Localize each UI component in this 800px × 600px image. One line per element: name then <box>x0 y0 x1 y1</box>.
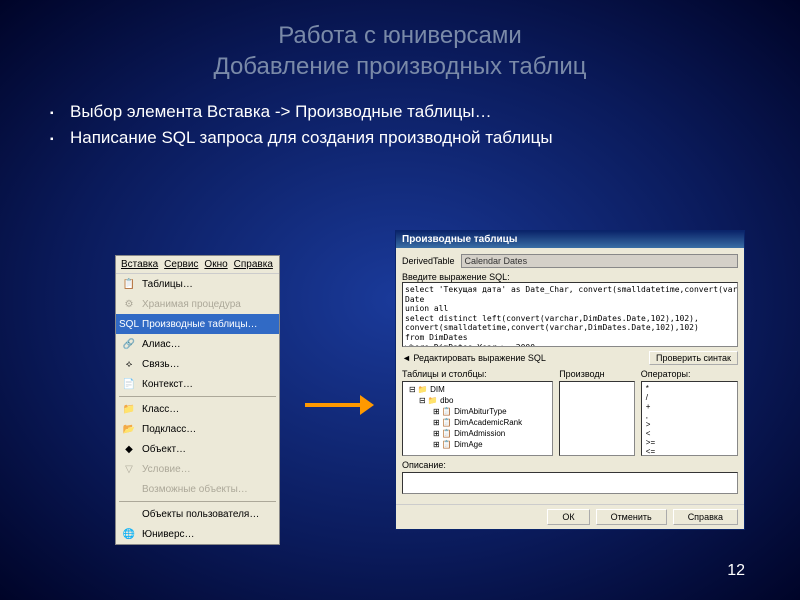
derived-tables-dialog: Производные таблицы DerivedTable Calenda… <box>395 230 745 530</box>
menu-label: Подкласс… <box>142 424 196 435</box>
help-button[interactable]: Справка <box>673 509 738 525</box>
cancel-button[interactable]: Отменить <box>596 509 667 525</box>
menu-bar[interactable]: ВставкаСервисОкноСправка <box>116 256 279 274</box>
menu-label: Возможные объекты… <box>142 484 248 495</box>
menu-label: Объект… <box>142 444 186 455</box>
menu-item[interactable]: 📂 Подкласс… <box>116 419 279 439</box>
menu-item[interactable]: ⟡ Связь… <box>116 354 279 374</box>
menu-item[interactable]: Объекты пользователя… <box>116 504 279 524</box>
check-syntax-button[interactable]: Проверить синтак <box>649 351 738 365</box>
bullet-item: Написание SQL запроса для создания произ… <box>50 128 750 148</box>
menu-icon: 📂 <box>121 422 137 436</box>
menu-icon: ⟡ <box>121 357 137 371</box>
menu-item: Возможные объекты… <box>116 479 279 499</box>
menu-label: Условие… <box>142 464 191 475</box>
menu-label: Контекст… <box>142 379 193 390</box>
menu-icon <box>121 507 137 521</box>
menu-label: Класс… <box>142 404 179 415</box>
menu-item[interactable]: 📁 Класс… <box>116 399 279 419</box>
menu-icon: ◆ <box>121 442 137 456</box>
menu-label: Объекты пользователя… <box>142 509 259 520</box>
menu-item: ▽ Условие… <box>116 459 279 479</box>
menu-label: Связь… <box>142 359 180 370</box>
menu-icon: ▽ <box>121 462 137 476</box>
sql-label: Введите выражение SQL: <box>402 272 738 282</box>
menu-label: Таблицы… <box>142 279 193 290</box>
arrow-icon <box>305 395 375 415</box>
menu-icon <box>121 482 137 496</box>
description-input[interactable] <box>402 472 738 494</box>
slide-title: Работа с юниверсами Добавление производн… <box>50 20 750 82</box>
tables-tree[interactable]: ⊟ 📁 DIM ⊟ 📁 dbo ⊞ 📋 DimAbiturType ⊞ 📋 Di… <box>402 381 553 456</box>
name-label: DerivedTable <box>402 256 455 266</box>
menu-icon: 🌐 <box>121 527 137 541</box>
menu-icon: 🔗 <box>121 337 137 351</box>
menu-label: Производные таблицы… <box>142 319 258 330</box>
menu-item: ⚙ Хранимая процедура <box>116 294 279 314</box>
menu-item[interactable]: 📄 Контекст… <box>116 374 279 394</box>
page-number: 12 <box>727 562 745 580</box>
menu-item[interactable]: 🔗 Алиас… <box>116 334 279 354</box>
bullet-list: Выбор элемента Вставка -> Производные та… <box>50 102 750 148</box>
description-label: Описание: <box>402 460 738 470</box>
sql-textarea[interactable]: select 'Текущая дата' as Date_Char, conv… <box>402 282 738 347</box>
menu-label: Юниверс… <box>142 529 195 540</box>
menu-item[interactable]: 🌐 Юниверс… <box>116 524 279 544</box>
dialog-titlebar: Производные таблицы <box>396 231 744 248</box>
ok-button[interactable]: ОК <box>547 509 589 525</box>
tables-label: Таблицы и столбцы: <box>402 369 553 379</box>
derived-label: Производн <box>559 369 635 379</box>
menu-item[interactable]: SQL Производные таблицы… <box>116 314 279 334</box>
derived-list[interactable] <box>559 381 635 456</box>
menu-icon: SQL <box>121 317 137 331</box>
menu-label: Хранимая процедура <box>142 299 241 310</box>
table-name-input[interactable]: Calendar Dates <box>461 254 738 268</box>
expand-toggle[interactable]: ◄ Редактировать выражение SQL <box>402 353 546 363</box>
menu-icon: 📋 <box>121 277 137 291</box>
menu-icon: ⚙ <box>121 297 137 311</box>
menu-icon: 📁 <box>121 402 137 416</box>
menu-item[interactable]: 📋 Таблицы… <box>116 274 279 294</box>
operators-label: Операторы: <box>641 369 738 379</box>
menu-icon: 📄 <box>121 377 137 391</box>
menu-item[interactable]: ◆ Объект… <box>116 439 279 459</box>
insert-menu: ВставкаСервисОкноСправка 📋 Таблицы… ⚙ Храни… <box>115 255 280 545</box>
menu-label: Алиас… <box>142 339 181 350</box>
bullet-item: Выбор элемента Вставка -> Производные та… <box>50 102 750 122</box>
operators-list[interactable]: */+,><>=<=ANDBETWEEN...ANDIN <box>641 381 738 456</box>
